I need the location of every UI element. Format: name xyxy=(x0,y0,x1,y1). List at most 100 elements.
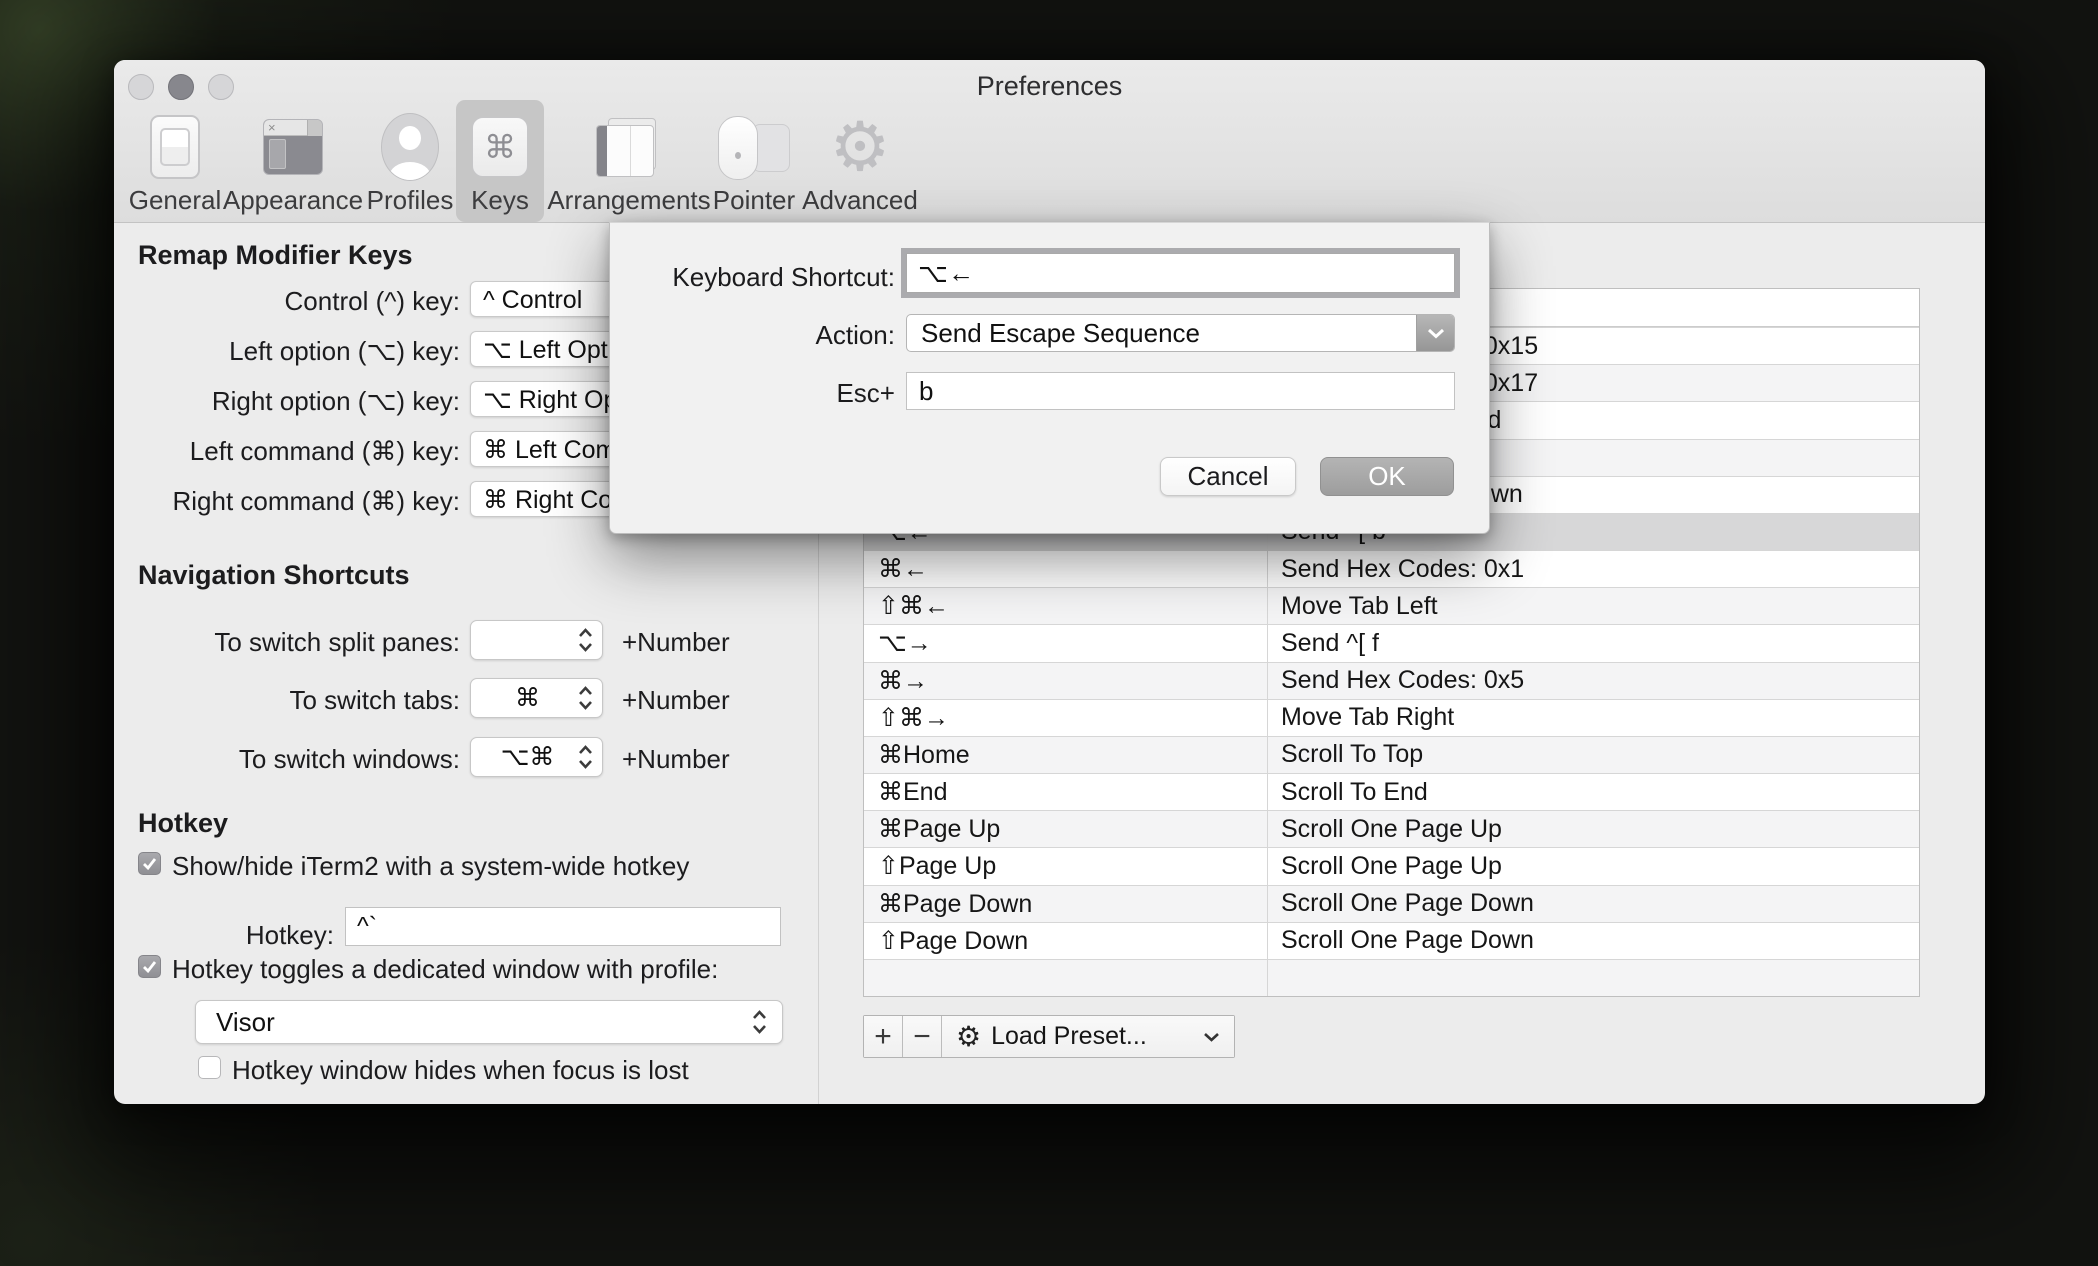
key-combination-cell: ⌘Home xyxy=(878,740,970,769)
key-combination-cell xyxy=(864,960,1267,996)
table-row[interactable]: ⌘← Send Hex Codes: 0x1 xyxy=(864,550,1919,588)
hotkey-heading: Hotkey xyxy=(138,808,229,838)
hide-on-focus-lost-label: Hotkey window hides when focus is lost xyxy=(232,1055,689,1085)
key-combination-cell: ⌘← xyxy=(878,555,928,584)
shortcut-label: Keyboard Shortcut: xyxy=(672,262,895,292)
action-cell: Send ^[ f xyxy=(1267,625,1919,662)
updown-chevron-icon xyxy=(578,685,593,711)
remap-row-label: Right option (⌥) key: xyxy=(211,386,460,416)
key-combination-cell: ⌘Page Down xyxy=(878,889,1033,918)
toolbar-label: General xyxy=(128,185,222,215)
dedicated-window-checkbox[interactable] xyxy=(138,955,161,978)
nav-row-label: To switch tabs: xyxy=(289,685,460,715)
remove-mapping-button[interactable]: − xyxy=(903,1016,942,1057)
toolbar-tab-profiles[interactable]: Profiles xyxy=(355,100,465,222)
keyboard-shortcut-input[interactable]: ⌥← xyxy=(906,253,1455,293)
table-row[interactable]: ⌘End Scroll To End xyxy=(864,773,1919,811)
toolbar-label: Arrangements xyxy=(547,185,711,215)
add-mapping-button[interactable]: + xyxy=(864,1016,903,1057)
remap-row-label: Right command (⌘) key: xyxy=(172,486,460,516)
load-preset-label: Load Preset... xyxy=(991,1022,1147,1050)
switch-tabs-popup[interactable]: ⌘ xyxy=(470,678,603,718)
toolbar-label: Appearance xyxy=(222,185,364,215)
action-cell: Scroll To Top xyxy=(1267,736,1919,774)
mappings-toolbar: + − ⚙ Load Preset... xyxy=(863,1015,1235,1058)
table-row[interactable]: ⌥→ Send ^[ f xyxy=(864,624,1919,662)
pointer-icon xyxy=(718,114,790,180)
action-cell xyxy=(1267,959,1919,997)
key-combination-cell: ⇧Page Up xyxy=(878,852,997,881)
window-header: Preferences General × Appearance Profile… xyxy=(114,60,1985,223)
chevron-down-icon xyxy=(1416,315,1454,351)
toolbar-label: Pointer xyxy=(712,185,796,215)
key-combination-cell: ⌥→ xyxy=(878,629,932,658)
systemwide-hotkey-label: Show/hide iTerm2 with a system-wide hotk… xyxy=(172,851,690,881)
table-row[interactable]: ⇧⌘← Move Tab Left xyxy=(864,587,1919,625)
toolbar-tab-general[interactable]: General xyxy=(116,100,234,222)
split-panes-popup[interactable] xyxy=(470,620,603,660)
systemwide-hotkey-checkbox[interactable] xyxy=(138,852,161,875)
gear-icon: ⚙ xyxy=(956,1020,982,1052)
chevron-down-icon xyxy=(1203,1032,1220,1042)
key-combination-cell: ⇧⌘← xyxy=(878,592,949,621)
preferences-window: Preferences General × Appearance Profile… xyxy=(114,60,1985,1104)
edit-shortcut-dialog: Keyboard Shortcut: ⌥← Action: Send Escap… xyxy=(609,222,1490,534)
updown-chevron-icon xyxy=(578,744,593,770)
action-cell: Scroll One Page Up xyxy=(1267,811,1919,848)
action-cell: Send Hex Codes: 0x1 xyxy=(1267,551,1919,588)
action-dropdown[interactable]: Send Escape Sequence xyxy=(906,314,1455,352)
toolbar-tab-pointer[interactable]: Pointer xyxy=(698,100,810,222)
key-combination-cell: ⌘→ xyxy=(878,666,928,695)
appearance-icon: × xyxy=(263,114,323,180)
action-cell: Send Hex Codes: 0x5 xyxy=(1267,662,1919,699)
esc-sequence-input[interactable]: b xyxy=(906,372,1455,410)
toolbar-tab-appearance[interactable]: × Appearance xyxy=(218,100,368,222)
action-cell: Scroll One Page Down xyxy=(1267,885,1919,922)
hide-on-focus-lost-checkbox[interactable] xyxy=(198,1056,221,1079)
remap-row-label: Control (^) key: xyxy=(284,286,460,316)
load-preset-button[interactable]: ⚙ Load Preset... xyxy=(942,1016,1234,1057)
remap-heading: Remap Modifier Keys xyxy=(138,240,413,270)
toolbar-tab-arrangements[interactable]: Arrangements xyxy=(544,100,714,222)
updown-chevron-icon xyxy=(578,627,593,653)
table-row[interactable]: ⌘Home Scroll To Top xyxy=(864,735,1919,774)
nav-row-label: To switch windows: xyxy=(238,744,460,774)
remap-row-label: Left option (⌥) key: xyxy=(229,336,460,366)
esc-label: Esc+ xyxy=(836,378,895,408)
window-title: Preferences xyxy=(976,71,1123,101)
advanced-icon: ⚙ xyxy=(829,109,891,185)
table-row[interactable]: ⌘Page Down Scroll One Page Down xyxy=(864,884,1919,922)
desktop: Preferences General × Appearance Profile… xyxy=(0,0,2098,1266)
switch-windows-popup[interactable]: ⌥⌘ xyxy=(470,737,603,777)
toolbar-tab-advanced[interactable]: ⚙ Advanced xyxy=(800,100,920,222)
nav-row-label: To switch split panes: xyxy=(214,627,460,657)
ok-button[interactable]: OK xyxy=(1320,457,1454,496)
action-cell: Move Tab Left xyxy=(1267,588,1919,625)
hotkey-input[interactable]: ^` xyxy=(345,907,781,946)
action-cell: Scroll One Page Up xyxy=(1267,848,1919,885)
checkmark-icon xyxy=(143,961,157,973)
keys-icon: ⌘ xyxy=(472,114,528,180)
table-row[interactable] xyxy=(864,958,1919,997)
toolbar-label: Keys xyxy=(471,185,529,215)
dedicated-window-label: Hotkey toggles a dedicated window with p… xyxy=(172,954,719,984)
cancel-button[interactable]: Cancel xyxy=(1160,457,1296,496)
plus-number-label: +Number xyxy=(622,627,730,657)
table-row[interactable]: ⇧Page Down Scroll One Page Down xyxy=(864,921,1919,959)
navigation-heading: Navigation Shortcuts xyxy=(138,560,410,590)
plus-number-label: +Number xyxy=(622,685,730,715)
action-label: Action: xyxy=(815,320,896,350)
hotkey-field-label: Hotkey: xyxy=(245,920,334,950)
table-row[interactable]: ⇧Page Up Scroll One Page Up xyxy=(864,847,1919,885)
table-row[interactable]: ⇧⌘→ Move Tab Right xyxy=(864,698,1919,736)
remap-row-label: Left command (⌘) key: xyxy=(189,436,460,466)
profile-select-popup[interactable]: Visor xyxy=(195,1000,783,1044)
key-combination-cell: ⇧⌘→ xyxy=(878,703,949,732)
action-cell: Scroll One Page Down xyxy=(1267,922,1919,959)
table-row[interactable]: ⌘→ Send Hex Codes: 0x5 xyxy=(864,661,1919,699)
toolbar-tab-keys[interactable]: ⌘ Keys xyxy=(456,100,544,222)
action-cell: Move Tab Right xyxy=(1267,699,1919,736)
arrangements-icon xyxy=(596,114,662,180)
toolbar-label: Profiles xyxy=(366,185,454,215)
table-row[interactable]: ⌘Page Up Scroll One Page Up xyxy=(864,810,1919,848)
